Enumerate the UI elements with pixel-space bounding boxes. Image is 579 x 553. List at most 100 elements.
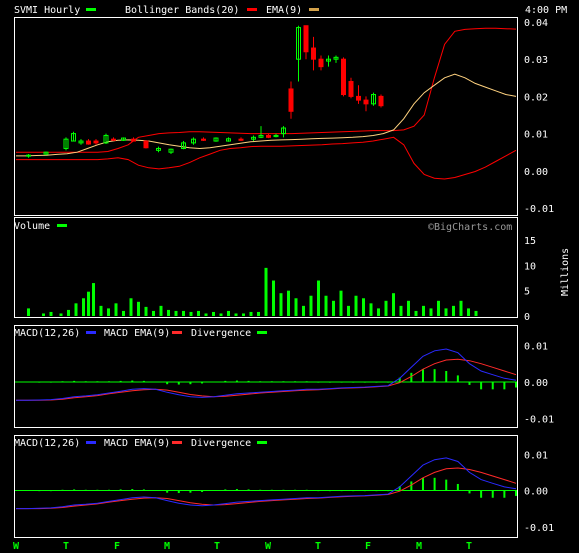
divergence-bar: [108, 381, 111, 383]
divergence-bar: [177, 490, 180, 494]
divergence-bar: [363, 381, 366, 383]
volume-bar: [27, 308, 30, 316]
divergence-bar: [270, 489, 273, 491]
divergence-bar: [61, 489, 64, 491]
volume-bar: [42, 313, 45, 316]
volume-bar: [92, 283, 95, 316]
volume-bar: [189, 311, 193, 316]
volume-bar: [332, 300, 335, 316]
ema-legend: EMA(9): [266, 5, 302, 16]
candle-body: [311, 47, 316, 60]
x-axis-label: F: [365, 541, 371, 552]
volume-bar: [197, 310, 200, 316]
divergence-bar: [247, 489, 250, 491]
divergence-legend-swatch: [257, 331, 267, 334]
candle-body: [378, 95, 384, 107]
volume-bar: [234, 313, 238, 316]
divergence-bar: [305, 489, 308, 491]
candle-body: [111, 138, 116, 141]
divergence-bar: [84, 381, 87, 383]
volume-bar: [249, 311, 253, 316]
divergence-bar: [387, 490, 390, 492]
volume-y-tick: 15: [524, 236, 536, 247]
volume-bar: [437, 300, 440, 316]
volume-bar: [354, 295, 358, 316]
divergence-bar: [38, 381, 41, 383]
volume-bar: [67, 309, 70, 316]
macd-y-tick: -0.01: [524, 523, 554, 534]
x-axis-label: T: [214, 541, 220, 552]
volume-title: Volume: [14, 221, 50, 232]
volume-bar: [159, 305, 163, 316]
divergence-bar: [503, 382, 506, 390]
x-axis-label: W: [265, 541, 272, 552]
divergence-bar: [340, 381, 343, 383]
symbol-legend-swatch: [86, 8, 96, 11]
divergence-bar: [119, 489, 122, 491]
divergence-bar: [131, 489, 134, 491]
divergence-bar: [49, 490, 52, 492]
candle-body: [318, 58, 324, 68]
divergence-bar: [224, 380, 227, 382]
time-label: 4:00 PM: [525, 5, 567, 16]
divergence-bar: [294, 489, 297, 491]
divergence-bar: [445, 479, 448, 491]
macd-y-tick: 0.00: [524, 378, 548, 389]
volume-bar: [219, 313, 223, 316]
macd-legend-swatch: [86, 331, 96, 334]
divergence-legend-label: Divergence: [191, 328, 251, 339]
volume-bar: [459, 300, 463, 316]
chart-background: [0, 0, 579, 553]
volume-bar: [87, 291, 90, 316]
volume-bar: [467, 308, 470, 316]
macd-ema-legend-swatch: [172, 331, 182, 334]
divergence-bar: [131, 380, 134, 382]
volume-bar: [317, 280, 320, 316]
volume-bar: [122, 310, 125, 316]
volume-bar: [257, 311, 260, 316]
divergence-bar: [421, 369, 424, 382]
volume-bar: [474, 310, 478, 316]
volume-bar: [422, 305, 425, 316]
macd-y-tick: 0.00: [524, 487, 548, 498]
candle-body: [201, 138, 206, 141]
price-y-tick: 0.01: [524, 130, 548, 141]
volume-bar: [114, 303, 118, 316]
volume-bar: [49, 311, 53, 316]
volume-bar: [414, 310, 418, 316]
macd-y-tick: -0.01: [524, 415, 554, 426]
divergence-bar: [352, 381, 355, 383]
divergence-bar: [515, 490, 517, 496]
volume-bar: [362, 298, 365, 316]
divergence-legend-swatch: [257, 441, 267, 444]
volume-bar: [384, 300, 388, 316]
price-y-tick: -0.01: [524, 204, 554, 215]
ema-legend-swatch: [309, 8, 319, 11]
divergence-bar: [49, 381, 52, 383]
divergence-bar: [224, 489, 227, 491]
volume-y-tick: 0: [524, 312, 530, 323]
divergence-bar: [142, 380, 145, 382]
x-axis-label: W: [13, 541, 20, 552]
divergence-legend-label: Divergence: [191, 438, 251, 449]
volume-bar: [129, 298, 133, 316]
candle-body: [363, 99, 369, 105]
price-y-tick: 0.02: [524, 92, 548, 103]
divergence-bar: [375, 490, 378, 492]
candle-body: [143, 140, 149, 149]
divergence-bar: [166, 382, 169, 385]
volume-bar: [167, 309, 170, 316]
divergence-bar: [375, 381, 378, 383]
divergence-bar: [259, 381, 262, 383]
volume-bar: [272, 280, 275, 316]
divergence-bar: [352, 490, 355, 492]
divergence-bar: [433, 369, 436, 382]
candle-body: [341, 58, 346, 96]
candle-body: [288, 88, 294, 112]
volume-bar: [242, 313, 245, 316]
candle-body: [238, 138, 244, 141]
divergence-bar: [421, 477, 424, 491]
volume-bar: [82, 298, 85, 316]
volume-bar: [144, 306, 148, 316]
volume-bar: [339, 290, 343, 316]
